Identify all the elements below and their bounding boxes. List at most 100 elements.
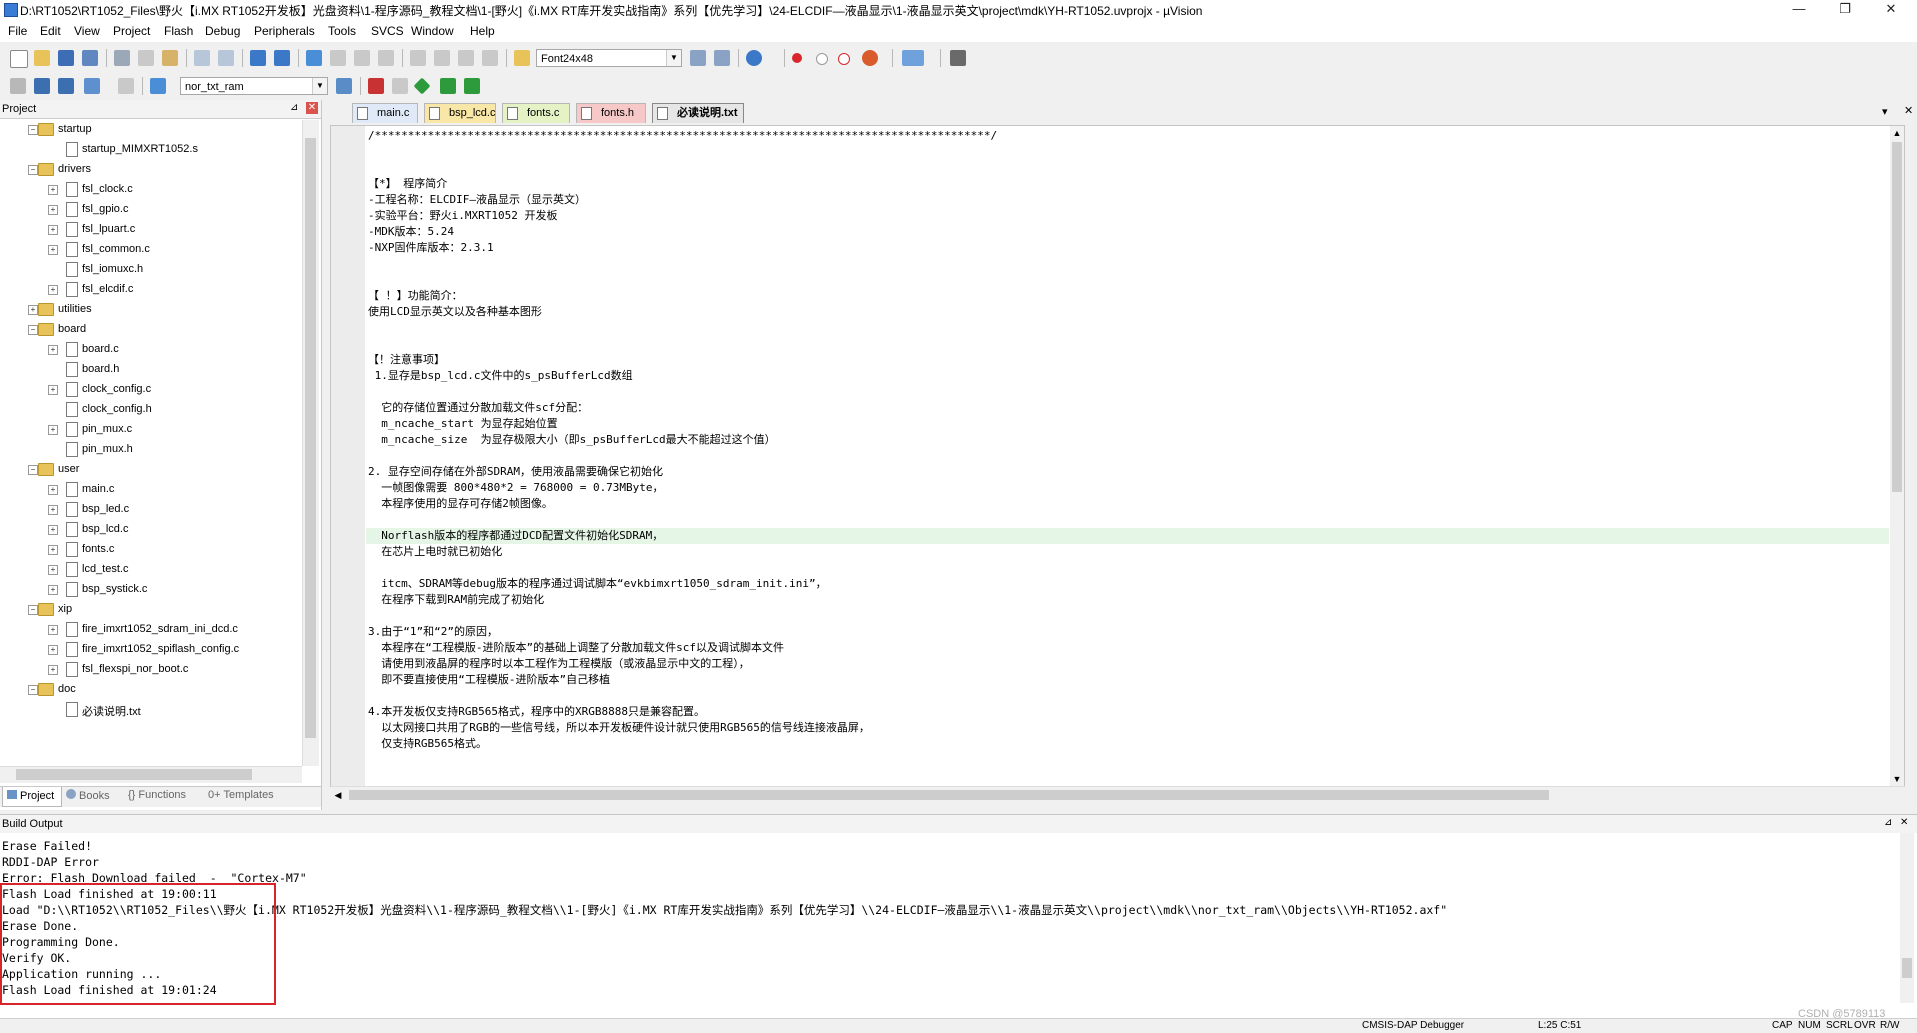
disable-breakpoint-icon[interactable] [816,53,828,65]
editor-hscroll[interactable]: ◀ [331,786,1905,803]
pin-icon[interactable]: ⊿ [290,102,298,113]
scroll-left-icon[interactable]: ◀ [331,788,345,802]
expand-icon[interactable]: + [48,665,58,675]
build-vscroll-thumb[interactable] [1902,958,1912,978]
nav-forward-icon[interactable] [274,50,290,66]
collapse-icon[interactable]: − [28,165,38,175]
save-icon[interactable] [58,50,74,66]
build-output-pane[interactable] [0,833,1917,1018]
expand-icon[interactable]: + [28,305,38,315]
copy-icon[interactable] [138,50,154,66]
debug-start-icon[interactable] [746,50,762,66]
menu-edit[interactable]: Edit [40,24,61,38]
find-in-files-icon[interactable] [514,50,530,66]
tabs-dropdown-icon[interactable]: ▾ [1882,105,1888,118]
editor-vscroll-thumb[interactable] [1892,142,1902,492]
expand-icon[interactable]: + [48,485,58,495]
rebuild-icon[interactable] [58,78,74,94]
menu-debug[interactable]: Debug [205,24,240,38]
target-options-icon[interactable] [336,78,352,94]
collapse-icon[interactable]: − [28,465,38,475]
expand-icon[interactable]: + [48,385,58,395]
editor-tab[interactable]: main.c [352,103,418,123]
undo-icon[interactable] [194,50,210,66]
close-build-output-icon[interactable]: ✕ [1900,817,1908,828]
editor-hscroll-thumb[interactable] [349,790,1549,800]
menu-file[interactable]: File [8,24,27,38]
close-panel-icon[interactable]: ✕ [306,102,318,114]
collapse-icon[interactable]: − [28,125,38,135]
configure-icon[interactable] [950,50,966,66]
batch-build-icon[interactable] [84,78,100,94]
scroll-up-icon[interactable]: ▲ [1890,126,1904,140]
expand-icon[interactable]: + [48,285,58,295]
save-all-icon[interactable] [82,50,98,66]
new-file-icon[interactable] [10,50,28,68]
project-vscroll-thumb[interactable] [305,138,316,738]
expand-icon[interactable]: + [48,505,58,515]
bookmark-icon[interactable] [306,50,322,66]
minimize-button[interactable]: — [1776,0,1822,20]
incremental-find-icon[interactable] [714,50,730,66]
tab-project[interactable]: Project [2,787,62,807]
run-time-environment-icon[interactable] [464,78,480,94]
expand-icon[interactable]: + [48,225,58,235]
close-window-button[interactable]: ✕ [1868,0,1914,20]
editor-tab[interactable]: fonts.h [576,103,646,123]
menu-flash[interactable]: Flash [164,24,193,38]
chevron-down-icon[interactable]: ▼ [666,50,681,66]
stop-build-icon[interactable] [118,78,134,94]
indent-icon[interactable] [410,50,426,66]
project-hscroll-thumb[interactable] [16,769,252,780]
window-layout-icon[interactable] [902,50,924,66]
build-vscroll[interactable] [1900,833,1914,1003]
tab-templates[interactable]: 0+ Templates [208,789,274,801]
kill-breakpoints-icon[interactable] [862,50,878,66]
editor-tab[interactable]: 必读说明.txt [652,103,744,123]
menu-tools[interactable]: Tools [328,24,356,38]
unindent-icon[interactable] [434,50,450,66]
clear-breakpoints-icon[interactable] [838,53,850,65]
uncomment-icon[interactable] [482,50,498,66]
pin-icon[interactable]: ⊿ [1884,817,1892,828]
open-file-icon[interactable] [34,50,50,66]
close-editor-tab-icon[interactable]: ✕ [1904,104,1913,117]
expand-icon[interactable]: + [48,525,58,535]
menu-help[interactable]: Help [470,24,495,38]
nav-back-icon[interactable] [250,50,266,66]
expand-icon[interactable]: + [48,345,58,355]
menu-peripherals[interactable]: Peripherals [254,24,315,38]
editor-tab[interactable]: fonts.c [502,103,570,123]
expand-icon[interactable]: + [48,585,58,595]
editor-vscroll[interactable]: ▲ ▼ [1890,126,1904,786]
scroll-down-icon[interactable]: ▼ [1890,772,1904,786]
expand-icon[interactable]: + [48,625,58,635]
download-icon[interactable] [150,78,166,94]
expand-icon[interactable]: + [48,425,58,435]
build-icon[interactable] [34,78,50,94]
menu-project[interactable]: Project [113,24,150,38]
menu-window[interactable]: Window [411,24,454,38]
menu-view[interactable]: View [74,24,100,38]
tab-books[interactable]: Books [66,789,110,802]
chevron-down-icon[interactable]: ▼ [312,78,327,94]
maximize-button[interactable]: ❐ [1822,0,1868,20]
pack-installer-icon[interactable] [413,77,431,95]
paste-icon[interactable] [162,50,178,66]
expand-icon[interactable]: + [48,565,58,575]
collapse-icon[interactable]: − [28,605,38,615]
project-hscroll[interactable] [0,766,302,783]
menu-svcs[interactable]: SVCS [371,24,404,38]
prev-bookmark-icon[interactable] [330,50,346,66]
find-icon[interactable] [690,50,706,66]
next-bookmark-icon[interactable] [354,50,370,66]
comment-icon[interactable] [458,50,474,66]
tab-functions[interactable]: {} Functions [128,789,186,801]
expand-icon[interactable]: + [48,185,58,195]
editor-tab[interactable]: bsp_lcd.c [424,103,496,123]
redo-icon[interactable] [218,50,234,66]
file-extensions-icon[interactable] [392,78,408,94]
translate-icon[interactable] [10,78,26,94]
collapse-icon[interactable]: − [28,325,38,335]
expand-icon[interactable]: + [48,645,58,655]
